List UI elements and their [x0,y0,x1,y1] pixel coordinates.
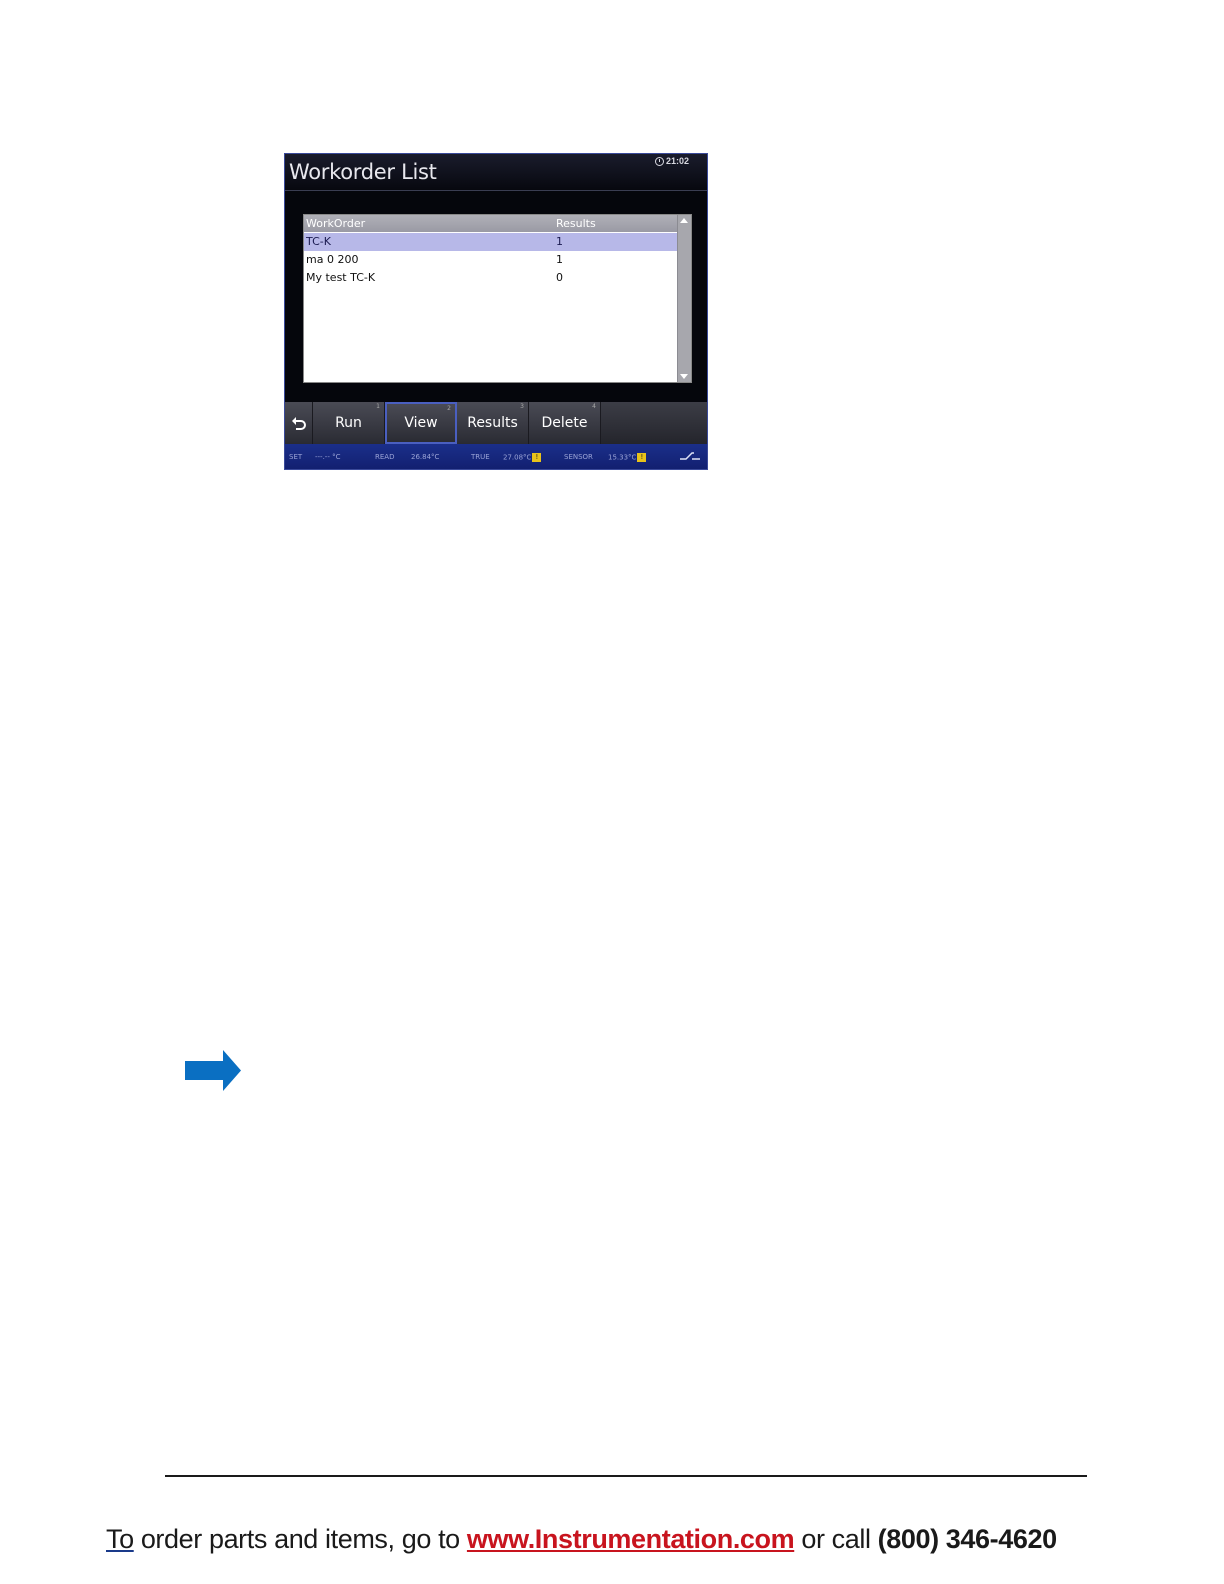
view-label: View [404,415,438,431]
warning-icon: ! [532,453,542,462]
softkey-number: 3 [520,403,524,410]
page-title: Workorder List [289,160,437,184]
results-button[interactable]: Results 3 [457,402,529,444]
back-button[interactable] [285,402,313,444]
true-label: TRUE [471,453,490,461]
true-value: 27.08°C [503,453,532,462]
column-header-workorder[interactable]: WorkOrder [306,217,365,230]
results-label: Results [467,415,518,431]
back-arrow-icon [291,417,306,430]
footer: To order parts and items, go to www.Inst… [106,1524,1186,1555]
workorder-results: 1 [556,253,563,266]
footer-text: To [106,1524,134,1554]
clock: 21:02 [654,156,689,166]
set-value: ---.-- °C [315,453,341,461]
true-reading: 27.08°C! [503,453,542,462]
workorder-list[interactable]: WorkOrder Results TC-K 1 ma 0 200 1 My t… [303,214,692,383]
workorder-results: 0 [556,271,563,284]
clock-time: 21:02 [665,156,689,166]
device-header: Workorder List 21:02 [285,154,707,191]
scroll-up-icon[interactable] [680,218,688,223]
warning-icon: ! [637,453,647,462]
workorder-name: My test TC-K [306,271,376,284]
workorder-name: TC-K [306,235,331,248]
list-header: WorkOrder Results [304,215,677,232]
status-bar: SET ---.-- °C READ 26.84°C TRUE 27.08°C!… [285,444,707,469]
set-label: SET [289,453,303,461]
list-row[interactable]: My test TC-K 0 [304,269,677,287]
sensor-value: 15.33°C [608,453,637,462]
run-label: Run [335,415,362,431]
footer-divider [165,1475,1087,1477]
column-header-results[interactable]: Results [556,217,596,230]
softkey-bar: Run 1 View 2 Results 3 Delete 4 [285,402,707,444]
clock-icon [654,156,664,166]
read-value: 26.84°C [411,453,440,461]
sensor-reading: 15.33°C! [608,453,647,462]
scrollbar[interactable] [677,215,691,382]
connection-icon [680,452,700,460]
softkey-number: 2 [447,405,451,412]
sensor-label: SENSOR [564,453,593,461]
run-button[interactable]: Run 1 [313,402,385,444]
workorder-name: ma 0 200 [306,253,359,266]
softkey-number: 1 [376,403,380,410]
phone-number: (800) 346-4620 [877,1524,1057,1554]
note-arrow-icon [185,1050,241,1091]
list-row[interactable]: TC-K 1 [304,233,677,251]
workorder-results: 1 [556,235,563,248]
website-link[interactable]: www.Instrumentation.com [467,1524,795,1554]
device-screenshot: Workorder List 21:02 WorkOrder Results T… [284,153,708,470]
footer-text: order parts and items, go to [133,1524,467,1554]
delete-label: Delete [541,415,588,431]
delete-button[interactable]: Delete 4 [529,402,601,444]
scroll-down-icon[interactable] [680,374,688,379]
footer-text: or call [794,1524,878,1554]
list-row[interactable]: ma 0 200 1 [304,251,677,269]
view-button[interactable]: View 2 [385,402,457,444]
softkey-number: 4 [592,403,596,410]
read-label: READ [375,453,395,461]
